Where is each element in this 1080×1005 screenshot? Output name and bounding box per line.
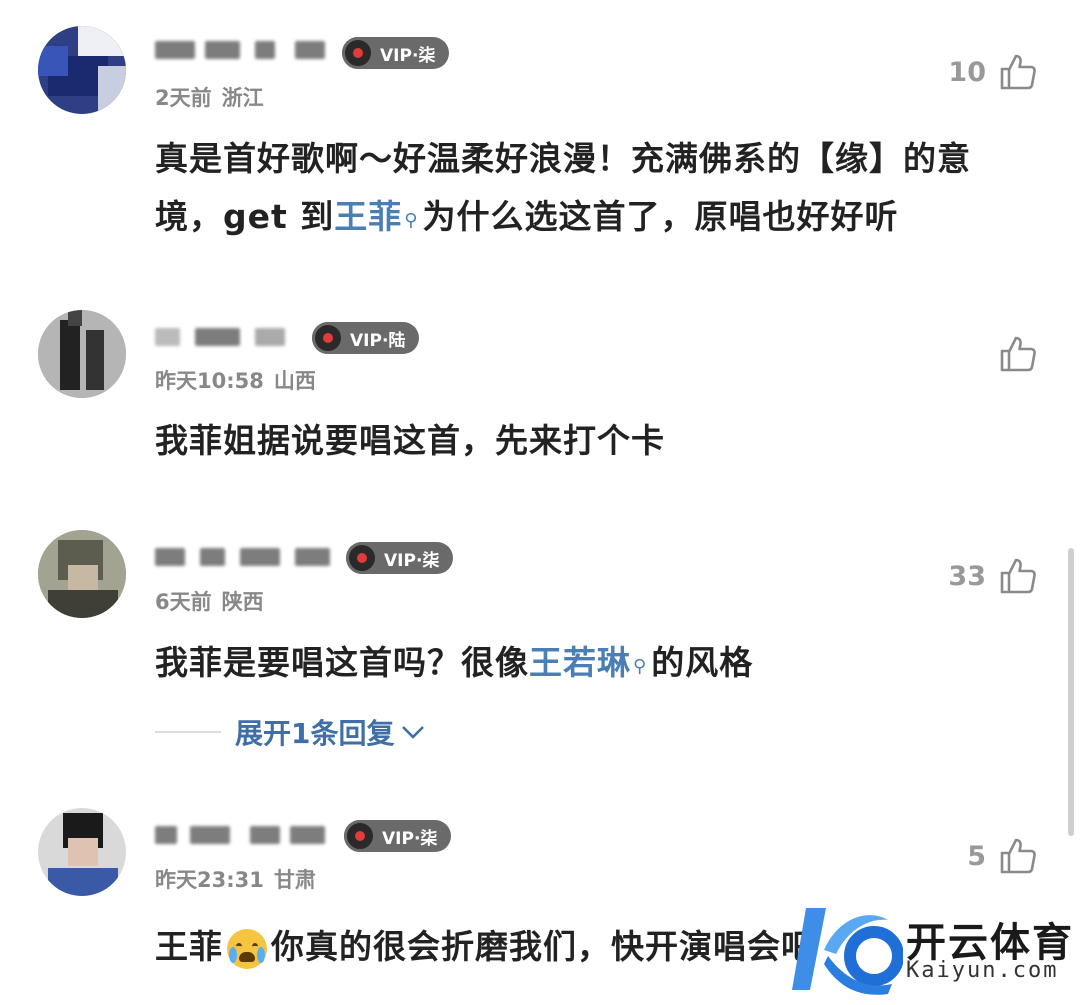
comment-meta: 昨天10:58 山西 bbox=[155, 365, 316, 395]
vinyl-disc-icon bbox=[312, 322, 344, 354]
username-blurred[interactable] bbox=[155, 35, 330, 65]
divider bbox=[155, 731, 221, 733]
like-button[interactable] bbox=[986, 334, 1038, 374]
chevron-down-icon bbox=[402, 726, 425, 739]
crying-face-icon bbox=[227, 928, 267, 969]
comment-meta: 2天前 浙江 bbox=[155, 82, 264, 112]
vinyl-disc-icon bbox=[346, 542, 378, 574]
thumbs-up-icon bbox=[1000, 54, 1036, 90]
watermark-subtitle: Kaiyun.com bbox=[906, 958, 1059, 983]
comment-meta: 6天前 陕西 bbox=[155, 586, 264, 616]
vinyl-disc-icon bbox=[342, 37, 374, 69]
username-blurred[interactable] bbox=[155, 542, 335, 572]
comment-location: 浙江 bbox=[221, 86, 264, 110]
like-count: 5 bbox=[967, 840, 986, 872]
thumbs-up-icon bbox=[1000, 336, 1036, 372]
vip-badge[interactable]: VIP·柒 bbox=[346, 542, 454, 574]
vinyl-disc-icon bbox=[344, 820, 376, 852]
comment-time: 昨天23:31 bbox=[155, 868, 264, 892]
comment-location: 甘肃 bbox=[273, 868, 316, 892]
watermark: 开云体育 Kaiyun.com bbox=[788, 898, 1078, 998]
like-button[interactable]: 33 bbox=[948, 556, 1038, 596]
username-blurred[interactable] bbox=[155, 820, 330, 850]
vip-badge[interactable]: VIP·陆 bbox=[312, 322, 420, 354]
vip-badge[interactable]: VIP·柒 bbox=[342, 37, 450, 69]
avatar[interactable] bbox=[38, 310, 126, 398]
comment-location: 山西 bbox=[273, 369, 316, 393]
comment-text: 我菲是要唱这首吗？很像王若琳 ⚲ 的风格 bbox=[155, 643, 754, 682]
kaiyun-logo-icon bbox=[792, 908, 903, 995]
like-button[interactable]: 5 bbox=[967, 836, 1038, 876]
comment-time: 昨天10:58 bbox=[155, 369, 264, 393]
search-icon: ⚲ bbox=[404, 210, 419, 231]
avatar[interactable] bbox=[38, 808, 126, 896]
thumbs-up-icon bbox=[1000, 558, 1036, 594]
scrollbar[interactable] bbox=[1068, 548, 1074, 836]
username-blurred[interactable] bbox=[155, 322, 315, 352]
comment-time: 2天前 bbox=[155, 86, 212, 110]
topic-link[interactable]: 王若琳 bbox=[529, 643, 631, 682]
comment-time: 6天前 bbox=[155, 590, 212, 614]
topic-link[interactable]: 王菲 bbox=[334, 197, 402, 236]
like-count: 10 bbox=[948, 56, 986, 88]
like-count: 33 bbox=[948, 560, 986, 592]
vip-badge[interactable]: VIP·柒 bbox=[344, 820, 452, 852]
expand-replies-label: 展开1条回复 bbox=[235, 717, 395, 750]
thumbs-up-icon bbox=[1000, 838, 1036, 874]
like-button[interactable]: 10 bbox=[948, 52, 1038, 92]
comment-location: 陕西 bbox=[221, 590, 264, 614]
comment-text: 我菲姐据说要唱这首，先来打个卡 bbox=[155, 421, 665, 460]
avatar[interactable] bbox=[38, 530, 126, 618]
avatar[interactable] bbox=[38, 26, 126, 114]
search-icon: ⚲ bbox=[633, 656, 648, 677]
expand-replies-button[interactable]: 展开1条回复 bbox=[155, 712, 426, 752]
comment-meta: 昨天23:31 甘肃 bbox=[155, 864, 316, 894]
comment-text: 真是首好歌啊～好温柔好浪漫！充满佛系的【缘】的意境，get 到王菲 ⚲ 为什么选这首… bbox=[155, 139, 971, 236]
